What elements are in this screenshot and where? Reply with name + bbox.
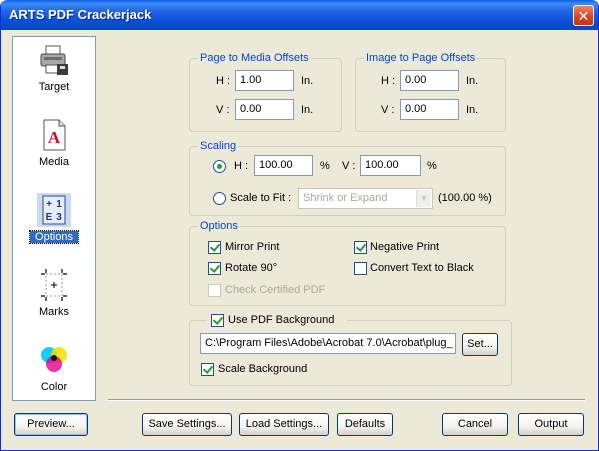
use-pdf-background-label: Use PDF Background	[228, 314, 335, 326]
unit-label: In.	[301, 75, 314, 87]
scale-background-checkbox[interactable]	[201, 363, 214, 376]
cmy-color-icon	[41, 347, 67, 372]
use-pdf-background-checkbox[interactable]	[211, 314, 224, 327]
rotate-90-label: Rotate 90°	[225, 262, 278, 274]
scaling-h-input[interactable]: 100.00	[254, 155, 313, 176]
unit-label: In.	[466, 104, 479, 116]
fit-mode-value: Shrink or Expand	[303, 192, 388, 204]
v-label: V :	[216, 104, 230, 116]
image-page-v-input[interactable]: 0.00	[400, 99, 459, 120]
check-certified-label: Check Certified PDF	[225, 284, 326, 296]
pdf-document-icon: A	[43, 119, 66, 151]
sidebar-item-label: Target	[38, 81, 70, 93]
sidebar-item-options[interactable]: + 1 E 3 Options	[13, 189, 95, 255]
unit-label: %	[320, 160, 330, 172]
svg-text:+: +	[46, 199, 52, 210]
printer-icon	[40, 45, 68, 75]
check-certified-checkbox[interactable]	[208, 284, 221, 297]
h-label: H :	[216, 75, 231, 87]
convert-text-label: Convert Text to Black	[370, 262, 474, 274]
unit-label: In.	[301, 104, 314, 116]
dialog-window: ARTS PDF Crackerjack ✕ Target A Media + …	[0, 0, 599, 451]
rotate-90-checkbox[interactable]	[208, 262, 221, 275]
set-button[interactable]: Set...	[462, 333, 498, 356]
h-label: H :	[381, 75, 396, 87]
scale-to-fit-radio[interactable]	[213, 192, 226, 205]
window-title: ARTS PDF Crackerjack	[9, 7, 152, 22]
page-media-h-input[interactable]: 1.00	[235, 70, 294, 91]
mirror-print-label: Mirror Print	[225, 241, 280, 253]
svg-text:1: 1	[56, 199, 62, 210]
unit-label: %	[427, 160, 437, 172]
fit-mode-select[interactable]: Shrink or Expand ▼	[298, 188, 433, 209]
scaling-v-input[interactable]: 100.00	[360, 155, 421, 176]
page-media-v-input[interactable]: 0.00	[235, 99, 294, 120]
group-title: Page to Media Offsets	[198, 52, 311, 65]
sidebar-item-label: Color	[40, 381, 68, 393]
sidebar-item-target[interactable]: Target	[13, 39, 95, 105]
category-sidebar: Target A Media + 1 E 3 Options Marks Col…	[12, 36, 96, 401]
crop-marks-icon	[41, 269, 67, 301]
separator	[108, 399, 585, 401]
sidebar-item-color[interactable]: Color	[13, 339, 95, 405]
h-label: H :	[234, 160, 249, 172]
close-button[interactable]: ✕	[573, 5, 594, 26]
scale-to-fit-label: Scale to Fit :	[230, 192, 292, 204]
sidebar-item-marks[interactable]: Marks	[13, 264, 95, 330]
chevron-down-icon: ▼	[416, 190, 431, 207]
group-title: Options	[198, 220, 240, 233]
group-title: Scaling	[198, 140, 239, 153]
close-icon: ✕	[577, 7, 590, 24]
svg-text:A: A	[48, 128, 61, 147]
load-settings-button[interactable]: Load Settings...	[239, 413, 329, 436]
group-title: Image to Page Offsets	[364, 52, 478, 65]
sidebar-item-label: Media	[39, 156, 69, 168]
save-settings-button[interactable]: Save Settings...	[142, 413, 232, 436]
svg-text:3: 3	[56, 212, 62, 223]
output-button[interactable]: Output	[518, 413, 584, 436]
sidebar-item-label: Options	[29, 230, 79, 244]
scale-background-label: Scale Background	[218, 363, 308, 375]
defaults-button[interactable]: Defaults	[337, 413, 393, 436]
mirror-print-checkbox[interactable]	[208, 241, 221, 254]
cancel-button[interactable]: Cancel	[442, 413, 508, 436]
sidebar-item-media[interactable]: A Media	[13, 114, 95, 180]
svg-text:E: E	[46, 212, 53, 223]
fit-percent-label: (100.00 %)	[438, 192, 492, 204]
title-bar[interactable]: ARTS PDF Crackerjack ✕	[1, 0, 598, 30]
options-grid-icon: + 1 E 3	[37, 193, 71, 227]
unit-label: In.	[466, 75, 479, 87]
preview-button[interactable]: Preview...	[14, 413, 88, 436]
negative-print-label: Negative Print	[370, 241, 440, 253]
background-path-input[interactable]: C:\Program Files\Adobe\Acrobat 7.0\Acrob…	[200, 333, 456, 354]
sidebar-item-label: Marks	[39, 306, 69, 318]
image-page-h-input[interactable]: 0.00	[400, 70, 459, 91]
v-label: V :	[381, 104, 395, 116]
convert-text-checkbox[interactable]	[354, 262, 367, 275]
v-label: V :	[342, 160, 356, 172]
negative-print-checkbox[interactable]	[354, 241, 367, 254]
scale-percent-radio[interactable]	[213, 160, 226, 173]
